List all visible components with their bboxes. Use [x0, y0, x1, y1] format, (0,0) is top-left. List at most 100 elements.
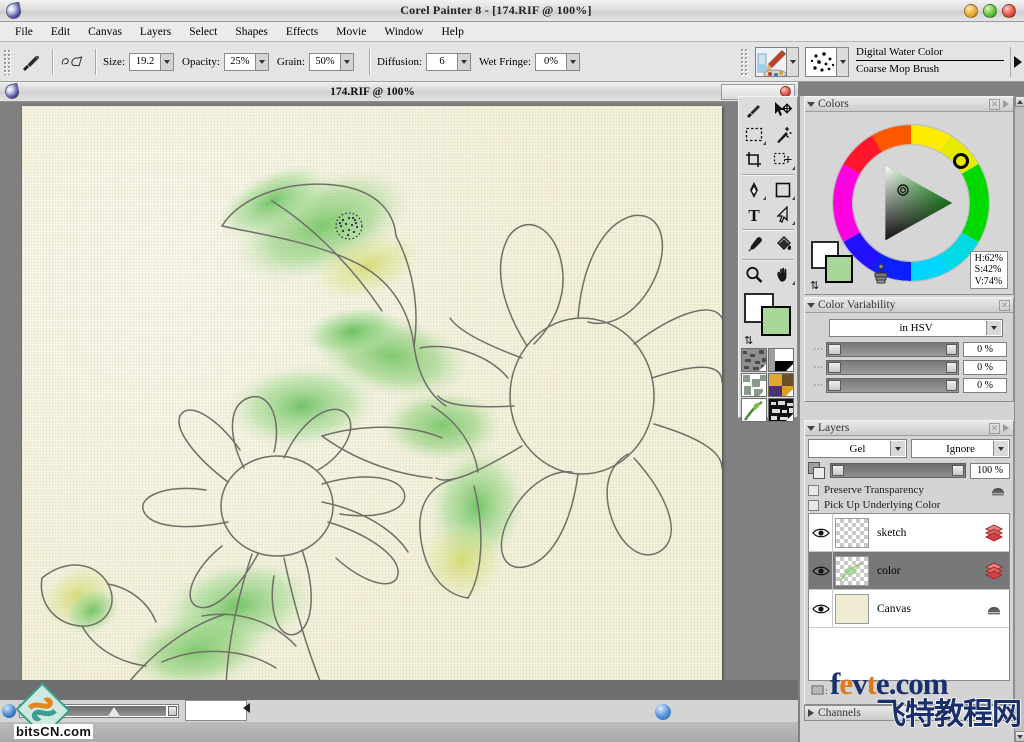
menu-shapes[interactable]: Shapes [226, 24, 277, 40]
chevron-down-icon[interactable] [890, 441, 905, 456]
selection-adjuster-tool[interactable] [768, 147, 797, 172]
rectangular-shape-tool[interactable] [768, 177, 797, 202]
diffusion-dropdown-arrow-icon[interactable] [457, 53, 471, 70]
brush-category-label[interactable]: Digital Water Color [856, 46, 1004, 61]
document-title-bar[interactable]: 174.RIF @ 100% [0, 82, 798, 102]
opacity-control[interactable]: Opacity: 25% [182, 52, 269, 71]
shape-selection-tool[interactable] [768, 202, 797, 227]
close-icon[interactable]: ✕ [989, 98, 1000, 110]
artwork-canvas[interactable] [22, 106, 722, 680]
panel-scrollbar[interactable] [1014, 96, 1024, 742]
dropper-tool[interactable] [739, 232, 768, 257]
propbar-grip-handle[interactable] [3, 48, 12, 75]
close-icon[interactable]: ✕ [999, 299, 1010, 311]
color-model-select[interactable]: in HSV [829, 319, 1003, 337]
table-row[interactable]: Canvas [809, 590, 1009, 628]
minimize-button[interactable] [964, 3, 978, 18]
brush-variant-dropdown-icon[interactable] [837, 46, 849, 77]
brush-category-dropdown-icon[interactable] [787, 46, 799, 77]
hue-variability-slider[interactable] [826, 342, 959, 357]
menu-help[interactable]: Help [432, 24, 472, 40]
swap-colors-icon[interactable]: ⇅ [744, 335, 758, 347]
grain-control[interactable]: Grain: 50% [277, 52, 354, 71]
brush-selector-grip-handle[interactable] [740, 47, 749, 76]
wet-fringe-input[interactable]: 0% [535, 52, 580, 71]
panel-menu-icon[interactable] [1003, 100, 1009, 108]
hue-variability-value[interactable]: 0 % [963, 342, 1007, 357]
chevron-down-icon[interactable] [993, 441, 1008, 456]
pick-up-underlying-color-checkbox[interactable] [808, 499, 819, 511]
layer-visibility-toggle[interactable] [809, 590, 833, 627]
value-variability-value[interactable]: 0 % [963, 378, 1007, 393]
canvas-area[interactable] [0, 102, 798, 680]
layer-opacity-slider[interactable] [830, 463, 966, 478]
layer-adjuster-tool[interactable] [768, 97, 797, 122]
pick-up-underlying-color-row[interactable]: Pick Up Underlying Color [808, 499, 1010, 511]
text-tool[interactable]: T [739, 202, 768, 227]
grain-input[interactable]: 50% [309, 52, 354, 71]
rectangular-selection-tool[interactable] [739, 122, 768, 147]
expand-triangle-icon[interactable] [808, 709, 814, 717]
magic-wand-tool[interactable] [768, 122, 797, 147]
close-icon[interactable]: ✕ [989, 422, 1000, 434]
diffusion-input[interactable]: 6 [426, 52, 472, 71]
diffusion-control[interactable]: Diffusion: 6 [377, 52, 472, 71]
layer-visibility-toggle[interactable] [809, 552, 833, 589]
clone-color-icon[interactable] [871, 263, 891, 286]
pen-tool[interactable] [739, 177, 768, 202]
saturation-variability-value[interactable]: 0 % [963, 360, 1007, 375]
lock-icon[interactable] [990, 482, 1006, 498]
size-input[interactable]: 19.2 [129, 52, 174, 71]
main-color-swatch[interactable] [761, 306, 791, 336]
layer-name[interactable]: Canvas [877, 603, 984, 615]
composite-method-select[interactable]: Gel [808, 439, 907, 458]
menu-window[interactable]: Window [375, 24, 432, 40]
close-button[interactable] [1002, 3, 1016, 18]
scroll-down-button[interactable] [1015, 731, 1024, 742]
scroll-up-button[interactable] [1015, 96, 1024, 107]
navigate-left-icon[interactable] [243, 703, 250, 713]
brush-tool[interactable] [739, 97, 768, 122]
preserve-transparency-checkbox[interactable] [808, 484, 819, 496]
main-color-swatch[interactable] [825, 255, 853, 283]
channels-panel-header[interactable]: Channels [804, 705, 1014, 721]
menu-edit[interactable]: Edit [42, 24, 79, 40]
brush-variant-icon[interactable] [805, 46, 837, 77]
new-layer-icon[interactable]: : [811, 683, 829, 700]
value-variability-slider[interactable] [826, 378, 959, 393]
collapse-triangle-icon[interactable] [807, 101, 815, 107]
table-row[interactable]: color [809, 552, 1009, 590]
brush-selector-expand-icon[interactable] [1010, 46, 1024, 77]
size-control[interactable]: Size: 19.2 [103, 52, 174, 71]
collapse-triangle-icon[interactable] [807, 302, 815, 308]
maximize-button[interactable] [983, 3, 997, 18]
nozzle-selector[interactable] [741, 398, 767, 422]
crop-tool[interactable] [739, 147, 768, 172]
menu-select[interactable]: Select [180, 24, 226, 40]
opacity-input[interactable]: 25% [223, 52, 269, 71]
grabber-tool[interactable] [768, 262, 797, 287]
weave-selector[interactable] [768, 373, 794, 397]
menu-file[interactable]: File [6, 24, 42, 40]
table-row[interactable]: sketch [809, 514, 1009, 552]
layer-list[interactable]: sketch color Canvas [808, 513, 1010, 681]
layers-panel-header[interactable]: Layers ✕ [805, 421, 1013, 436]
layer-opacity-value[interactable]: 100 % [970, 462, 1010, 479]
saturation-variability-slider[interactable] [826, 360, 959, 375]
size-dropdown-arrow-icon[interactable] [160, 53, 173, 70]
wet-fringe-dropdown-arrow-icon[interactable] [566, 53, 579, 70]
colors-panel-header[interactable]: Colors ✕ [805, 97, 1013, 112]
gradient-selector[interactable] [768, 348, 794, 372]
chevron-down-icon[interactable] [986, 321, 1001, 335]
looks-selector[interactable] [768, 398, 794, 422]
swap-colors-icon[interactable]: ⇅ [810, 279, 819, 292]
panel-menu-icon[interactable] [1003, 424, 1009, 432]
layer-name[interactable]: sketch [877, 527, 984, 539]
magnifier-tool[interactable] [739, 262, 768, 287]
menu-effects[interactable]: Effects [277, 24, 327, 40]
menu-layers[interactable]: Layers [131, 24, 180, 40]
composite-depth-select[interactable]: Ignore [911, 439, 1010, 458]
menu-canvas[interactable]: Canvas [79, 24, 131, 40]
brush-variant-label[interactable]: Coarse Mop Brush [856, 61, 1004, 77]
layer-name[interactable]: color [877, 565, 984, 577]
